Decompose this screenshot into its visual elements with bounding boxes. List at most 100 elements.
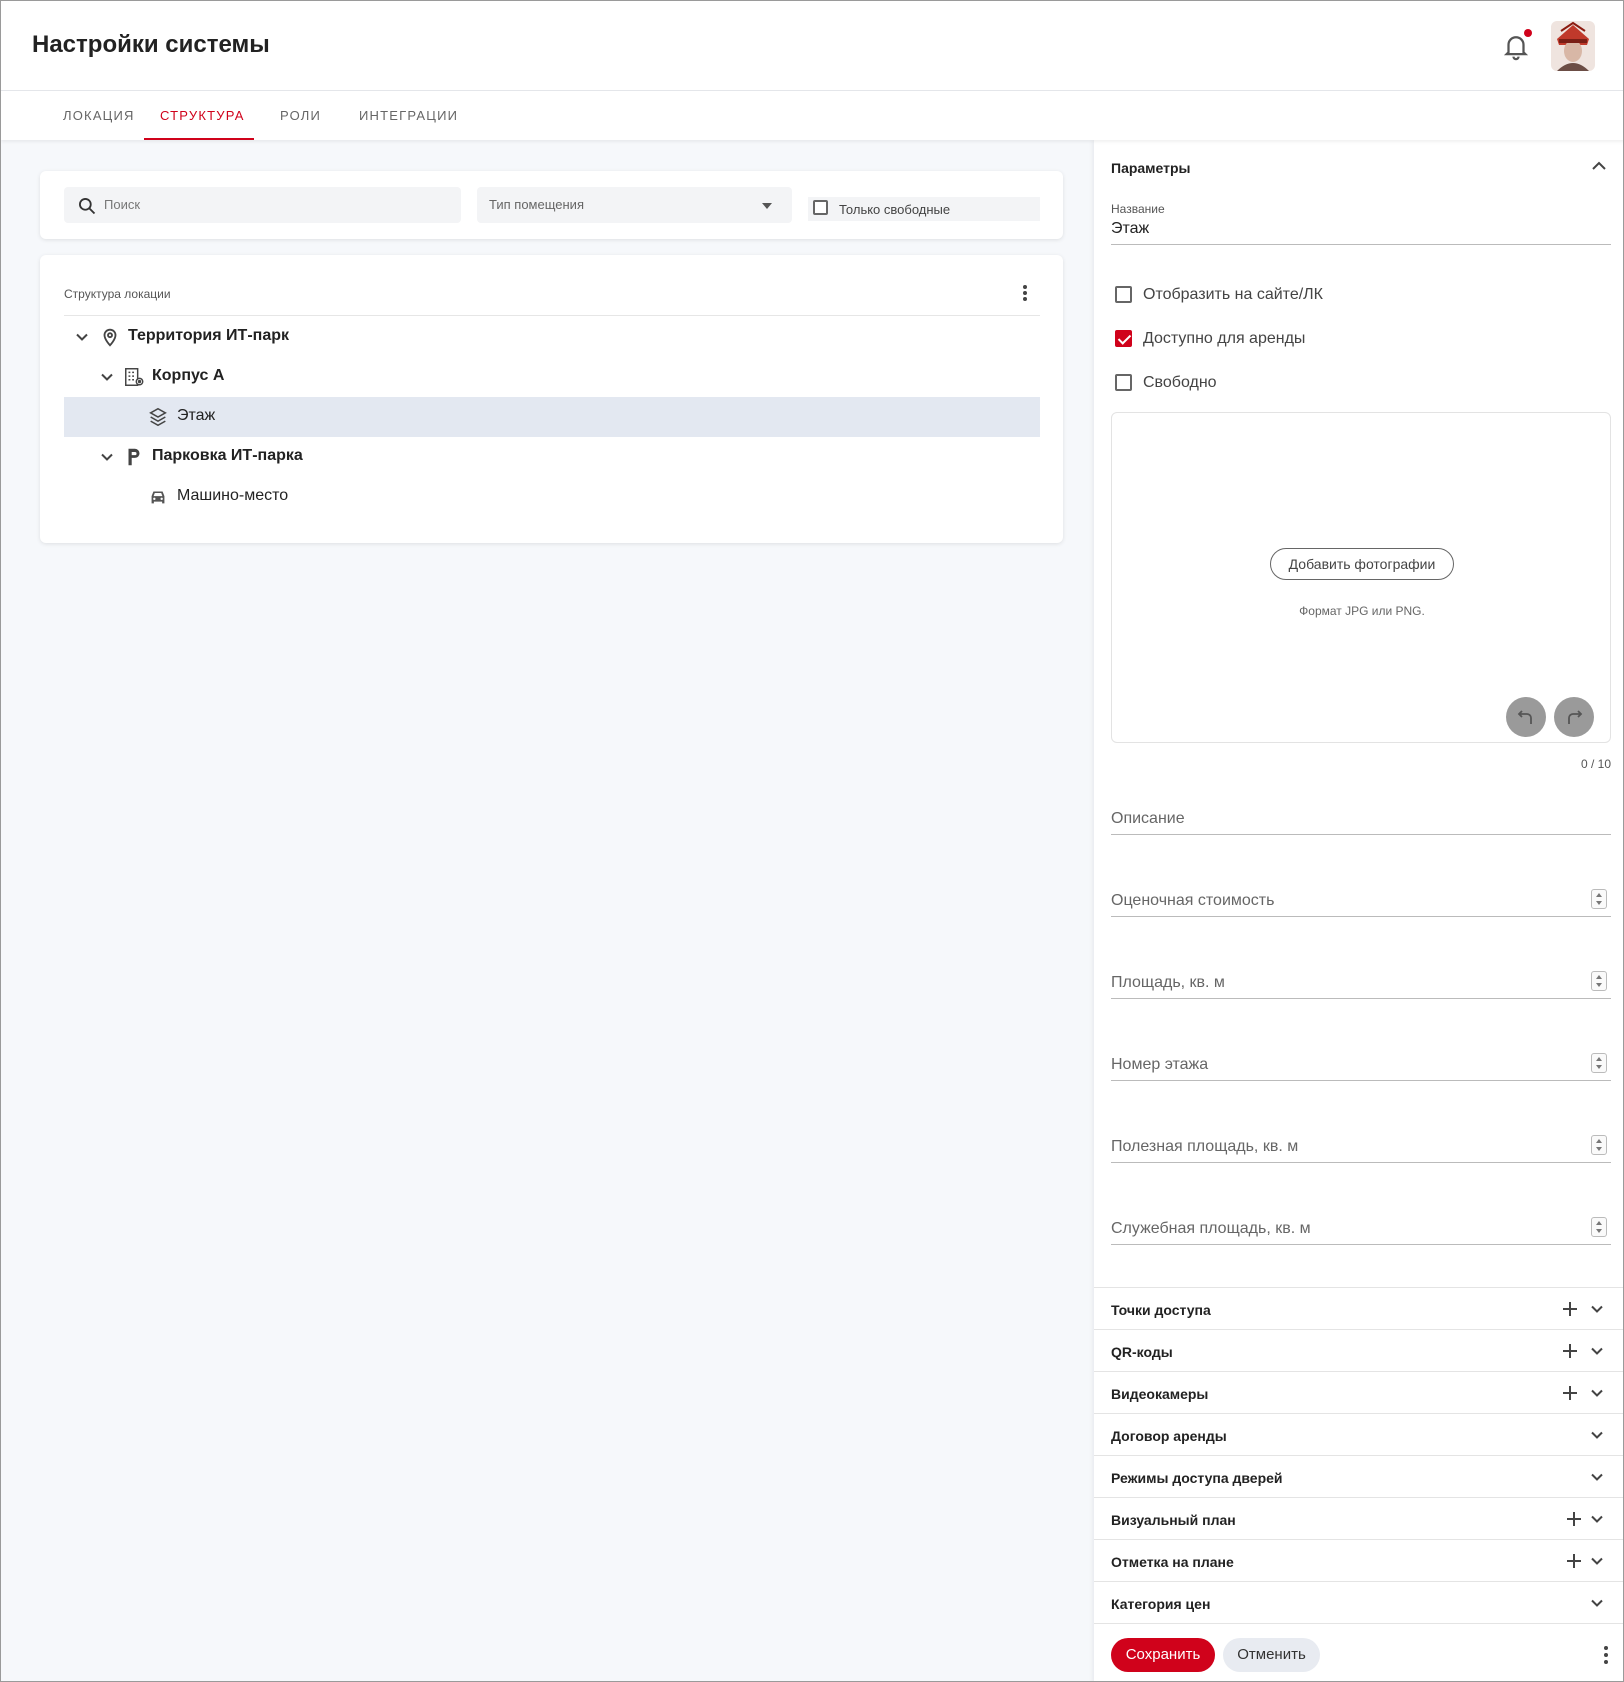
useful-area-placeholder: Полезная площадь, кв. м xyxy=(1111,1138,1299,1155)
plus-icon[interactable] xyxy=(1561,1384,1579,1402)
car-icon xyxy=(151,491,165,504)
add-photos-button[interactable]: Добавить фотографии xyxy=(1270,548,1454,580)
description-field[interactable]: Описание xyxy=(1111,806,1611,836)
plus-icon[interactable] xyxy=(1561,1300,1579,1318)
building-icon xyxy=(125,368,144,386)
chevron-down-icon[interactable] xyxy=(1590,1512,1604,1526)
plus-icon[interactable] xyxy=(1565,1510,1583,1528)
section-label: Видеокамеры xyxy=(1111,1386,1209,1402)
rotate-right-button[interactable] xyxy=(1554,697,1594,737)
main-content: Поиск Тип помещения Только свободные Стр… xyxy=(1,140,1094,1681)
option-label: Свободно xyxy=(1143,374,1217,391)
tab-roles[interactable]: РОЛИ xyxy=(264,91,337,140)
more-vert-icon[interactable] xyxy=(1598,1644,1614,1666)
free-only-filter[interactable]: Только свободные xyxy=(808,197,1040,221)
floor-number-placeholder: Номер этажа xyxy=(1111,1056,1209,1073)
free-only-checkbox[interactable] xyxy=(813,200,828,215)
show-on-site-checkbox[interactable] xyxy=(1115,286,1132,303)
service-area-field[interactable]: Служебная площадь, кв. м xyxy=(1111,1216,1611,1246)
area-field[interactable]: Площадь, кв. м xyxy=(1111,970,1611,1000)
chevron-down-icon[interactable] xyxy=(100,450,114,464)
chevron-down-icon[interactable] xyxy=(1590,1596,1604,1610)
number-spinner[interactable] xyxy=(1591,1217,1607,1237)
option-free[interactable]: Свободно xyxy=(1111,370,1511,396)
tree-node-parking[interactable]: Парковка ИТ-парка xyxy=(64,437,1040,477)
parking-icon xyxy=(128,448,140,466)
free-checkbox[interactable] xyxy=(1115,374,1132,391)
tree-title: Структура локации xyxy=(64,287,171,301)
tree-node-label: Территория ИТ-парк xyxy=(128,327,289,344)
plus-icon[interactable] xyxy=(1565,1552,1583,1570)
save-button[interactable]: Сохранить xyxy=(1111,1638,1215,1672)
tab-integrations[interactable]: ИНТЕГРАЦИИ xyxy=(343,91,474,140)
section-qr-codes[interactable]: QR-коды xyxy=(1094,1329,1623,1371)
name-field[interactable]: Этаж xyxy=(1111,220,1149,238)
chevron-down-icon[interactable] xyxy=(1590,1470,1604,1484)
room-type-placeholder: Тип помещения xyxy=(489,197,584,212)
number-spinner[interactable] xyxy=(1591,889,1607,909)
tree-node-parking-space[interactable]: Машино-место xyxy=(64,477,1040,517)
option-show-on-site[interactable]: Отобразить на сайте/ЛК xyxy=(1111,282,1511,308)
photo-upload-area[interactable]: Добавить фотографии Формат JPG или PNG. xyxy=(1111,412,1611,743)
chevron-down-icon[interactable] xyxy=(1590,1344,1604,1358)
useful-area-field[interactable]: Полезная площадь, кв. м xyxy=(1111,1134,1611,1164)
number-spinner[interactable] xyxy=(1591,1053,1607,1073)
name-field-label: Название xyxy=(1111,202,1165,216)
cancel-button[interactable]: Отменить xyxy=(1223,1638,1320,1672)
estimated-cost-field[interactable]: Оценочная стоимость xyxy=(1111,888,1611,918)
section-cameras[interactable]: Видеокамеры xyxy=(1094,1371,1623,1413)
map-pin-icon xyxy=(103,328,117,347)
chevron-up-icon[interactable] xyxy=(1590,157,1608,175)
floor-number-field[interactable]: Номер этажа xyxy=(1111,1052,1611,1082)
dropdown-arrow-icon xyxy=(762,203,772,209)
panel-title: Параметры xyxy=(1111,160,1191,176)
section-door-access-modes[interactable]: Режимы доступа дверей xyxy=(1094,1455,1623,1497)
tab-location[interactable]: ЛОКАЦИЯ xyxy=(47,91,151,140)
plus-icon[interactable] xyxy=(1561,1342,1579,1360)
tree-node-label: Машино-место xyxy=(177,487,289,504)
filter-bar: Поиск Тип помещения Только свободные xyxy=(40,171,1063,239)
number-spinner[interactable] xyxy=(1591,971,1607,991)
tab-structure[interactable]: СТРУКТУРА xyxy=(144,91,254,140)
field-underline xyxy=(1111,1080,1611,1081)
tree-node-building[interactable]: Корпус А xyxy=(64,357,1040,397)
search-icon xyxy=(79,198,96,215)
structure-tree-card: Структура локации Территория ИТ-парк Кор… xyxy=(40,255,1063,543)
rotate-left-button[interactable] xyxy=(1506,697,1546,737)
chevron-down-icon[interactable] xyxy=(1590,1386,1604,1400)
tree-node-territory[interactable]: Территория ИТ-парк xyxy=(64,317,1040,357)
chevron-down-icon[interactable] xyxy=(1590,1302,1604,1316)
option-label: Доступно для аренды xyxy=(1143,330,1306,347)
field-underline xyxy=(1111,916,1611,917)
estimated-cost-placeholder: Оценочная стоимость xyxy=(1111,892,1275,909)
chevron-down-icon[interactable] xyxy=(1590,1428,1604,1442)
room-type-select[interactable]: Тип помещения xyxy=(477,187,792,223)
section-price-category[interactable]: Категория цен xyxy=(1094,1581,1623,1623)
panel-footer: Сохранить Отменить xyxy=(1094,1623,1623,1681)
section-access-points[interactable]: Точки доступа xyxy=(1094,1287,1623,1329)
avatar[interactable] xyxy=(1551,21,1595,71)
name-field-underline xyxy=(1111,244,1611,245)
field-underline xyxy=(1111,1162,1611,1163)
search-placeholder: Поиск xyxy=(104,197,141,212)
search-input[interactable]: Поиск xyxy=(64,187,461,223)
free-only-label: Только свободные xyxy=(839,202,951,217)
more-vert-icon[interactable] xyxy=(1015,283,1035,303)
number-spinner[interactable] xyxy=(1591,1135,1607,1155)
tab-bar: ЛОКАЦИЯ СТРУКТУРА РОЛИ ИНТЕГРАЦИИ xyxy=(1,91,1623,140)
section-lease-agreement[interactable]: Договор аренды xyxy=(1094,1413,1623,1455)
option-available-for-rent[interactable]: Доступно для аренды xyxy=(1111,326,1511,352)
redo-icon xyxy=(1568,710,1583,724)
notification-dot xyxy=(1524,29,1532,37)
chevron-down-icon[interactable] xyxy=(1590,1554,1604,1568)
available-for-rent-checkbox[interactable] xyxy=(1115,330,1132,347)
chevron-down-icon[interactable] xyxy=(100,370,114,384)
chevron-down-icon[interactable] xyxy=(75,330,89,344)
page-title: Настройки системы xyxy=(32,31,270,58)
photo-counter: 0 / 10 xyxy=(1580,757,1611,771)
tree-node-floor[interactable]: Этаж xyxy=(64,397,1040,437)
description-placeholder: Описание xyxy=(1111,810,1185,827)
section-plan-marker[interactable]: Отметка на плане xyxy=(1094,1539,1623,1581)
section-label: Визуальный план xyxy=(1111,1512,1236,1528)
section-visual-plan[interactable]: Визуальный план xyxy=(1094,1497,1623,1539)
